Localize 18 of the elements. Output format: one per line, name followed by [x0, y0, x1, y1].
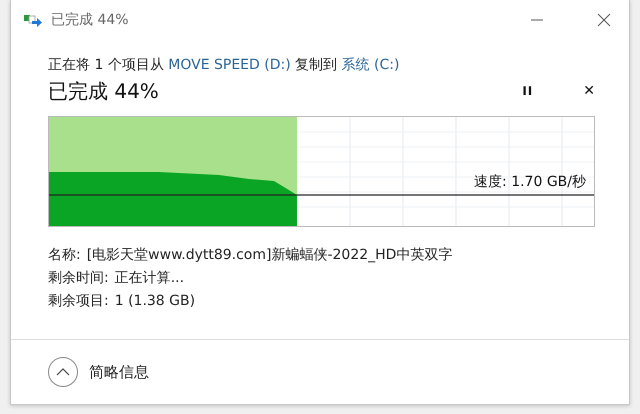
chevron-up-icon — [47, 356, 79, 388]
collapse-details-button[interactable]: 简略信息 — [47, 356, 149, 388]
detail-value: [电影天堂www.dytt89.com]新蝙蝠侠-2022_HD中英双字 — [86, 246, 452, 264]
cancel-button[interactable]: ✕ — [579, 81, 599, 101]
location-link[interactable]: 系统 (C:) — [342, 57, 400, 73]
progress-title: 已完成 44% — [48, 78, 159, 104]
detail-label: 剩余项目: — [48, 292, 109, 310]
detail-label: 名称: — [48, 246, 81, 264]
window-title: 已完成 44% — [51, 11, 129, 29]
detail-label: 剩余时间: — [48, 269, 109, 287]
file-move-icon — [23, 12, 43, 28]
copy-description: 正在将 1 个项目从 MOVE SPEED (D:) 复制到 系统 (C:) — [48, 56, 400, 74]
detail-value: 正在计算... — [114, 269, 184, 287]
close-icon[interactable] — [597, 13, 611, 27]
detail-value: 1 (1.38 GB) — [114, 293, 196, 309]
pause-button[interactable]: II — [518, 81, 538, 101]
speed-label: 速度: 1.70 GB/秒 — [474, 173, 586, 191]
location-link[interactable]: MOVE SPEED (D:) — [168, 57, 291, 73]
